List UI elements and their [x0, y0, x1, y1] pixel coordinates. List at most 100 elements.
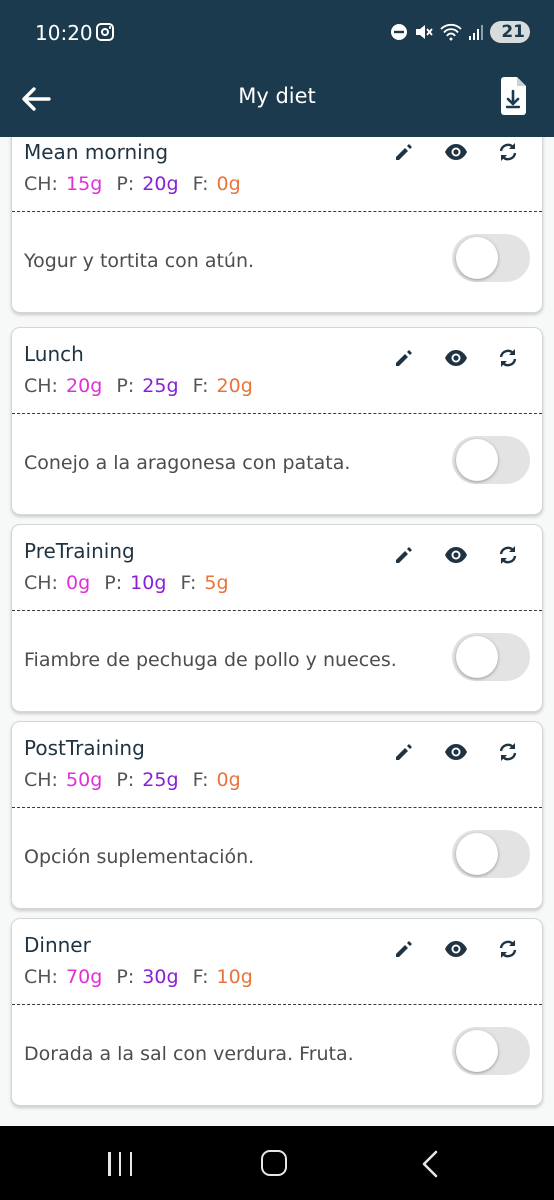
view-button[interactable]: [444, 140, 468, 164]
meal-body: Dorada a la sal con verdura. Fruta.: [12, 1005, 542, 1105]
view-button[interactable]: [444, 543, 468, 567]
fat-label: F:: [192, 375, 209, 397]
meal-actions: [392, 543, 520, 567]
carbs-value: 70g: [66, 966, 103, 988]
macros: CH: 50g P: 25g F: 0g: [24, 769, 243, 791]
fat-value: 0g: [216, 769, 241, 791]
refresh-icon: [499, 546, 517, 564]
view-button[interactable]: [444, 937, 468, 961]
file-download-icon: [501, 77, 526, 115]
battery-level: 21: [501, 22, 525, 42]
meal-title: PostTraining: [24, 736, 145, 760]
toggle-knob: [456, 636, 498, 678]
meal-actions: [392, 937, 520, 961]
meal-title: Lunch: [24, 342, 84, 366]
carbs-label: CH:: [24, 375, 58, 397]
view-button[interactable]: [444, 740, 468, 764]
meal-body: Opción suplementación.: [12, 808, 542, 908]
meal-header: Dinner CH: 70g P: 30g F: 10g: [12, 919, 542, 1005]
meal-description: Conejo a la aragonesa con patata.: [24, 452, 351, 474]
pencil-icon: [396, 744, 412, 760]
meal-card: PostTraining CH: 50g P: 25g F: 0g Opción…: [11, 721, 543, 909]
protein-value: 25g: [142, 375, 179, 397]
meal-title: Mean morning: [24, 140, 169, 164]
edit-button[interactable]: [392, 937, 416, 961]
fat-label: F:: [192, 769, 209, 791]
system-back-button[interactable]: [420, 1150, 440, 1183]
meal-header: PostTraining CH: 50g P: 25g F: 0g: [12, 722, 542, 808]
home-button[interactable]: [261, 1150, 287, 1176]
meal-header: Lunch CH: 20g P: 25g F: 20g: [12, 328, 542, 414]
edit-button[interactable]: [392, 140, 416, 164]
macros: CH: 70g P: 30g F: 10g: [24, 966, 255, 988]
protein-label: P:: [116, 173, 135, 195]
carbs-label: CH:: [24, 769, 58, 791]
toggle-knob: [456, 237, 498, 279]
meal-list[interactable]: Mean morning CH: 15g P: 20g F: 0g Yogur …: [0, 137, 554, 1126]
back-icon: [422, 1150, 438, 1178]
swap-button[interactable]: [496, 140, 520, 164]
pencil-icon: [396, 350, 412, 366]
system-nav-bar: [0, 1126, 554, 1200]
meal-title: Dinner: [24, 933, 91, 957]
view-button[interactable]: [444, 346, 468, 370]
meal-toggle[interactable]: [452, 436, 530, 484]
meal-header: Mean morning CH: 15g P: 20g F: 0g: [12, 137, 542, 212]
recents-button[interactable]: [108, 1152, 132, 1176]
meal-toggle[interactable]: [452, 830, 530, 878]
meal-card: Mean morning CH: 15g P: 20g F: 0g Yogur …: [11, 137, 543, 313]
edit-button[interactable]: [392, 346, 416, 370]
pencil-icon: [396, 941, 412, 957]
status-icons: 21: [390, 20, 530, 44]
refresh-icon: [499, 349, 517, 367]
signal-icon: [469, 25, 483, 40]
swap-button[interactable]: [496, 346, 520, 370]
fat-label: F:: [180, 572, 197, 594]
toggle-knob: [456, 439, 498, 481]
meal-description: Yogur y tortita con atún.: [24, 250, 255, 272]
protein-value: 30g: [142, 966, 179, 988]
download-button[interactable]: [498, 76, 528, 116]
protein-value: 25g: [142, 769, 179, 791]
fat-value: 20g: [216, 375, 253, 397]
fat-value: 0g: [216, 173, 241, 195]
meal-description: Opción suplementación.: [24, 846, 255, 868]
swap-button[interactable]: [496, 937, 520, 961]
meal-toggle[interactable]: [452, 1027, 530, 1075]
status-bar: 10:20 21: [0, 0, 554, 64]
edit-button[interactable]: [392, 740, 416, 764]
dnd-icon: [391, 24, 407, 40]
swap-button[interactable]: [496, 740, 520, 764]
protein-label: P:: [104, 572, 123, 594]
meal-card: Lunch CH: 20g P: 25g F: 20g Conejo a la …: [11, 327, 543, 515]
carbs-value: 50g: [66, 769, 103, 791]
carbs-label: CH:: [24, 966, 58, 988]
refresh-icon: [499, 940, 517, 958]
macros: CH: 0g P: 10g F: 5g: [24, 572, 231, 594]
meal-actions: [392, 140, 520, 164]
pencil-icon: [396, 144, 412, 160]
meal-body: Fiambre de pechuga de pollo y nueces.: [12, 611, 542, 711]
meal-actions: [392, 346, 520, 370]
carbs-value: 15g: [66, 173, 103, 195]
eye-icon: [445, 350, 467, 366]
eye-icon: [445, 941, 467, 957]
page-title: My diet: [238, 84, 316, 108]
protein-value: 20g: [142, 173, 179, 195]
meal-toggle[interactable]: [452, 633, 530, 681]
recents-icon: [108, 1152, 111, 1176]
meal-card: PreTraining CH: 0g P: 10g F: 5g Fiambre …: [11, 524, 543, 712]
wifi-icon: [440, 23, 462, 41]
meal-title: PreTraining: [24, 539, 135, 563]
swap-button[interactable]: [496, 543, 520, 567]
fat-label: F:: [192, 173, 209, 195]
fat-label: F:: [192, 966, 209, 988]
meal-body: Conejo a la aragonesa con patata.: [12, 414, 542, 514]
protein-label: P:: [116, 966, 135, 988]
meal-body: Yogur y tortita con atún.: [12, 212, 542, 312]
meal-toggle[interactable]: [452, 234, 530, 282]
carbs-label: CH:: [24, 173, 58, 195]
meal-header: PreTraining CH: 0g P: 10g F: 5g: [12, 525, 542, 611]
fat-value: 5g: [204, 572, 229, 594]
edit-button[interactable]: [392, 543, 416, 567]
